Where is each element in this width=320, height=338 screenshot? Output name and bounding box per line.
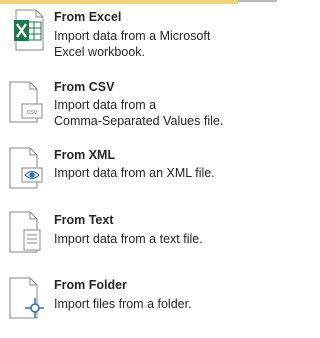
import-source-menu: From Excel Import data from a Microsoft …	[0, 0, 277, 319]
excel-file-icon	[14, 9, 44, 51]
menu-item-from-csv[interactable]: csv From CSV Import data from a Comma-Se…	[0, 76, 277, 142]
description-line: Import data from an XML file.	[54, 166, 215, 180]
description-line: Excel workbook.	[54, 45, 146, 59]
menu-item-description: Import files from a folder.	[54, 296, 274, 312]
description-line: Import data from a text file.	[54, 232, 203, 246]
description-line: Comma-Separated Values file.	[54, 114, 224, 128]
description-line: Import data from a Microsoft	[54, 29, 211, 43]
description-line: Import data from a	[54, 98, 157, 112]
menu-item-description: Import data from a text file.	[54, 231, 274, 247]
menu-item-from-excel[interactable]: From Excel Import data from a Microsoft …	[0, 4, 277, 70]
menu-item-title: From Text	[54, 213, 114, 227]
menu-item-description: Import data from a Comma-Separated Value…	[54, 97, 274, 129]
menu-item-from-folder[interactable]: From Folder Import files from a folder.	[0, 272, 277, 338]
csv-file-icon: csv	[9, 81, 43, 123]
menu-item-from-text[interactable]: From Text Import data from a text file.	[0, 209, 277, 275]
menu-item-description: Import data from an XML file.	[54, 165, 274, 181]
menu-item-title: From Excel	[54, 10, 122, 24]
folder-network-icon	[9, 277, 44, 319]
xml-file-icon	[9, 147, 43, 189]
description-line: Import files from a folder.	[54, 297, 192, 311]
menu-item-from-xml[interactable]: From XML Import data from an XML file.	[0, 143, 277, 209]
menu-item-title: From XML	[54, 148, 116, 162]
svg-text:csv: csv	[27, 109, 38, 116]
menu-item-title: From Folder	[54, 278, 127, 292]
menu-item-title: From CSV	[54, 80, 115, 94]
menu-item-description: Import data from a Microsoft Excel workb…	[54, 28, 274, 60]
text-file-icon	[9, 211, 41, 253]
